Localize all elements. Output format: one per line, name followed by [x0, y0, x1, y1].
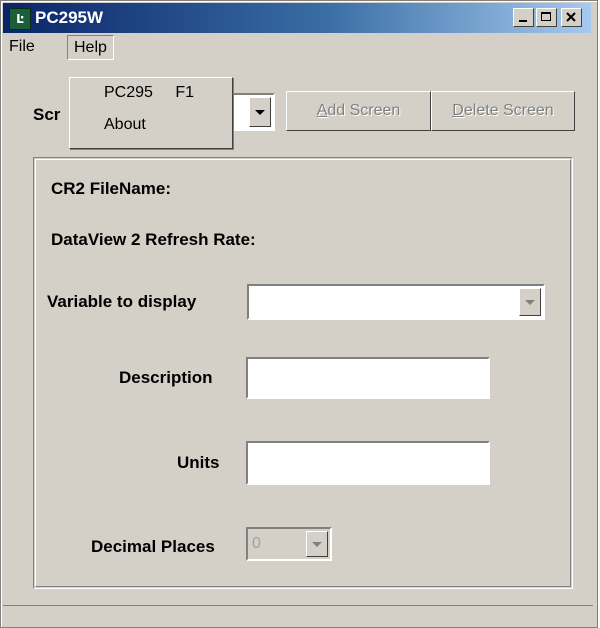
close-button[interactable] — [561, 8, 582, 27]
description-field[interactable] — [246, 357, 490, 399]
maximize-icon — [541, 12, 551, 21]
chevron-down-icon — [525, 300, 535, 305]
delete-screen-label: Delete Screen — [452, 102, 554, 119]
add-screen-button[interactable]: Add Screen — [286, 91, 431, 131]
menu-file[interactable]: File — [3, 37, 41, 57]
maximize-button[interactable] — [536, 8, 557, 27]
menu-item-pc295[interactable]: PC295 F1 — [104, 84, 194, 102]
decimal-places-select[interactable]: 0 — [246, 527, 332, 561]
menu-bar: File Help — [3, 35, 591, 60]
menu-help[interactable]: Help — [67, 35, 114, 60]
delete-screen-button[interactable]: Delete Screen — [431, 91, 575, 131]
variable-select-dropdown-button[interactable] — [519, 288, 541, 316]
decimal-places-value: 0 — [252, 535, 261, 552]
close-icon — [566, 12, 576, 22]
variable-select[interactable] — [247, 284, 545, 320]
decimal-places-dropdown-button[interactable] — [306, 531, 328, 557]
menu-item-about[interactable]: About — [104, 116, 146, 134]
units-label: Units — [177, 453, 220, 472]
chevron-down-icon — [312, 542, 322, 547]
decimal-places-label: Decimal Places — [91, 537, 215, 556]
description-label: Description — [119, 368, 213, 387]
chevron-down-icon — [255, 110, 265, 115]
title-bar[interactable]: Ŀ PC295W — [3, 3, 591, 33]
app-icon[interactable]: Ŀ — [9, 8, 31, 30]
minimize-icon — [519, 20, 527, 22]
window-title: PC295W — [35, 8, 104, 27]
main-window: Ŀ PC295W File Help Scr Add Screen Delete… — [0, 0, 598, 628]
menu-item-pc295-shortcut: F1 — [175, 84, 195, 101]
refresh-rate-label: DataView 2 Refresh Rate: — [51, 230, 256, 249]
units-field[interactable] — [246, 441, 490, 485]
add-screen-label: Add Screen — [316, 102, 401, 119]
cr2-filename-label: CR2 FileName: — [51, 179, 171, 198]
screen-select-dropdown-button[interactable] — [249, 97, 271, 127]
menu-item-about-label: About — [104, 116, 146, 133]
variable-label: Variable to display — [47, 292, 197, 311]
screens-label: Scr — [33, 105, 61, 124]
minimize-button[interactable] — [513, 8, 534, 27]
bottom-divider — [3, 605, 593, 606]
help-menu-dropdown: PC295 F1 About — [69, 77, 233, 149]
menu-item-pc295-label: PC295 — [104, 84, 153, 101]
